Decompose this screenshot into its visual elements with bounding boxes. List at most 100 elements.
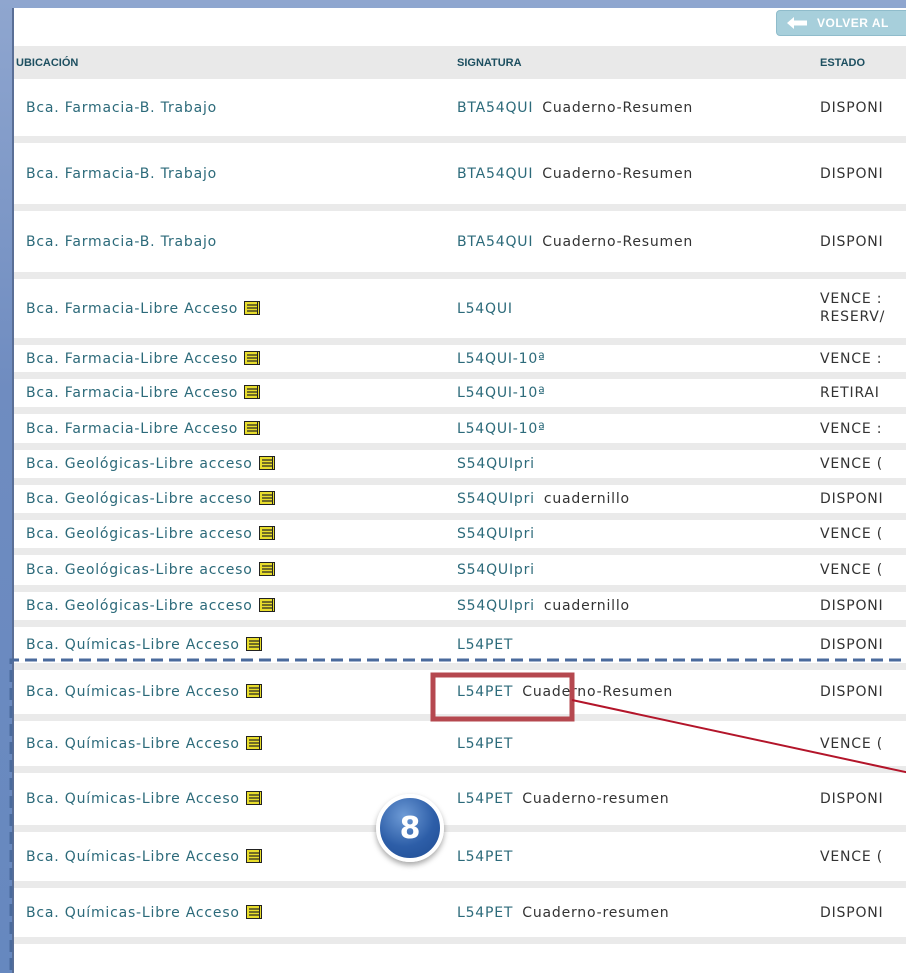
ubicacion-link[interactable]: Bca. Químicas-Libre Acceso — [26, 790, 262, 810]
signatura-link[interactable]: L54PET — [457, 849, 513, 865]
estado-text: VENCE ( — [820, 526, 884, 542]
back-button[interactable]: VOLVER AL — [776, 10, 906, 36]
book-icon[interactable] — [258, 526, 275, 545]
book-icon[interactable] — [258, 491, 275, 510]
book-icon[interactable] — [244, 351, 261, 370]
signatura-link[interactable]: S54QUIpri — [457, 598, 535, 614]
signatura-note: Cuaderno-Resumen — [542, 100, 694, 116]
signatura-cell: L54PET Cuaderno-resumen — [457, 904, 669, 922]
ubicacion-link[interactable]: Bca. Farmacia-B. Trabajo — [26, 165, 217, 183]
ubicacion-link[interactable]: Bca. Farmacia-Libre Acceso — [26, 300, 261, 320]
ubicacion-text: Bca. Farmacia-B. Trabajo — [26, 100, 218, 116]
ubicacion-link[interactable]: Bca. Farmacia-Libre Acceso — [26, 350, 261, 370]
ubicacion-link[interactable]: Bca. Geológicas-Libre acceso — [26, 455, 275, 475]
estado-text-line2: RESERV/ — [820, 309, 886, 325]
table-row: Bca. Geológicas-Libre acceso S54QUIpri VEN… — [14, 450, 906, 485]
estado-cell: DISPONI — [820, 904, 883, 922]
ubicacion-link[interactable]: Bca. Farmacia-Libre Acceso — [26, 384, 261, 404]
estado-cell: VENCE ( — [820, 848, 883, 866]
ubicacion-link[interactable]: Bca. Químicas-Libre Acceso — [26, 636, 262, 656]
holdings-table: Bca. Farmacia-B. Trabajo BTA54QUI Cuaderno… — [14, 79, 906, 944]
ubicacion-link[interactable]: Bca. Farmacia-Libre Acceso — [26, 420, 261, 440]
table-row: Bca. Farmacia-B. Trabajo BTA54QUI Cuaderno… — [14, 143, 906, 211]
ubicacion-link[interactable]: Bca. Farmacia-B. Trabajo — [26, 99, 217, 117]
signatura-link[interactable]: L54PET — [457, 736, 513, 752]
signatura-link[interactable]: BTA54QUI — [457, 234, 533, 250]
signatura-cell: L54PET Cuaderno-Resumen — [457, 683, 673, 701]
book-icon[interactable] — [244, 301, 261, 320]
signatura-link[interactable]: L54PET — [457, 637, 513, 653]
signatura-note: cuadernillo — [543, 598, 630, 614]
book-icon[interactable] — [258, 562, 275, 581]
signatura-cell: L54PET — [457, 848, 513, 866]
table-row: Bca. Geológicas-Libre acceso S54QUIpri cua… — [14, 485, 906, 520]
book-icon[interactable] — [245, 849, 262, 868]
header-ubicacion: UBICACIÓN — [16, 57, 79, 69]
ubicacion-text: Bca. Farmacia-Libre Acceso — [26, 421, 239, 437]
ubicacion-text: Bca. Farmacia-B. Trabajo — [26, 166, 218, 182]
estado-text: VENCE : — [820, 291, 883, 307]
estado-text: DISPONI — [820, 234, 884, 250]
book-icon[interactable] — [244, 421, 261, 440]
estado-text: DISPONI — [820, 791, 884, 807]
signatura-link[interactable]: L54PET — [457, 791, 513, 807]
book-icon[interactable] — [245, 791, 262, 810]
signatura-link[interactable]: BTA54QUI — [457, 100, 533, 116]
table-header: UBICACIÓN SIGNATURA ESTADO — [14, 46, 906, 79]
estado-text: DISPONI — [820, 100, 884, 116]
signatura-link[interactable]: S54QUIpri — [457, 491, 535, 507]
signatura-link[interactable]: L54QUI — [457, 301, 513, 317]
estado-text: RETIRAI — [820, 385, 880, 401]
ubicacion-text: Bca. Geológicas-Libre acceso — [26, 562, 253, 578]
book-icon[interactable] — [245, 905, 262, 924]
estado-cell: VENCE : RESERV/ — [820, 290, 885, 326]
signatura-link[interactable]: L54QUI-10ª — [457, 385, 545, 401]
ubicacion-link[interactable]: Bca. Químicas-Libre Acceso — [26, 848, 262, 868]
ubicacion-link[interactable]: Bca. Geológicas-Libre acceso — [26, 490, 275, 510]
ubicacion-text: Bca. Farmacia-B. Trabajo — [26, 234, 218, 250]
table-row: Bca. Químicas-Libre Acceso L54PET Cuaderno… — [14, 670, 906, 721]
ubicacion-link[interactable]: Bca. Geológicas-Libre acceso — [26, 597, 275, 617]
table-row: Bca. Farmacia-Libre Acceso L54QUI-10ª VENC… — [14, 345, 906, 379]
signatura-cell: L54QUI-10ª — [457, 384, 545, 402]
estado-text: DISPONI — [820, 166, 884, 182]
estado-text: VENCE ( — [820, 562, 884, 578]
book-icon[interactable] — [258, 456, 275, 475]
ubicacion-text: Bca. Químicas-Libre Acceso — [26, 736, 240, 752]
signatura-link[interactable]: L54QUI-10ª — [457, 421, 545, 437]
signatura-link[interactable]: BTA54QUI — [457, 166, 533, 182]
estado-cell: VENCE : — [820, 420, 882, 438]
ubicacion-link[interactable]: Bca. Geológicas-Libre acceso — [26, 561, 275, 581]
estado-cell: DISPONI — [820, 597, 883, 615]
signatura-cell: BTA54QUI Cuaderno-Resumen — [457, 99, 693, 117]
signatura-cell: BTA54QUI Cuaderno-Resumen — [457, 233, 693, 251]
signatura-link[interactable]: S54QUIpri — [457, 526, 535, 542]
estado-cell: VENCE ( — [820, 561, 883, 579]
ubicacion-text: Bca. Químicas-Libre Acceso — [26, 637, 240, 653]
book-icon[interactable] — [245, 637, 262, 656]
signatura-link[interactable]: S54QUIpri — [457, 562, 535, 578]
estado-cell: VENCE ( — [820, 525, 883, 543]
signatura-cell: BTA54QUI Cuaderno-Resumen — [457, 165, 693, 183]
signatura-link[interactable]: L54PET — [457, 684, 513, 700]
signatura-link[interactable]: L54QUI-10ª — [457, 351, 545, 367]
ubicacion-link[interactable]: Bca. Químicas-Libre Acceso — [26, 683, 262, 703]
signatura-link[interactable]: S54QUIpri — [457, 456, 535, 472]
estado-text: VENCE ( — [820, 736, 884, 752]
book-icon[interactable] — [245, 736, 262, 755]
estado-text: VENCE ( — [820, 849, 884, 865]
ubicacion-link[interactable]: Bca. Geológicas-Libre acceso — [26, 525, 275, 545]
ubicacion-link[interactable]: Bca. Farmacia-B. Trabajo — [26, 233, 217, 251]
signatura-cell: S54QUIpri — [457, 561, 535, 579]
signatura-note: Cuaderno-Resumen — [542, 234, 694, 250]
ubicacion-text: Bca. Geológicas-Libre acceso — [26, 491, 253, 507]
ubicacion-link[interactable]: Bca. Químicas-Libre Acceso — [26, 904, 262, 924]
book-icon[interactable] — [244, 385, 261, 404]
book-icon[interactable] — [258, 598, 275, 617]
ubicacion-link[interactable]: Bca. Químicas-Libre Acceso — [26, 735, 262, 755]
ubicacion-text: Bca. Químicas-Libre Acceso — [26, 905, 240, 921]
estado-text: DISPONI — [820, 598, 884, 614]
signatura-link[interactable]: L54PET — [457, 905, 513, 921]
signatura-note: Cuaderno-resumen — [522, 791, 670, 807]
book-icon[interactable] — [245, 684, 262, 703]
